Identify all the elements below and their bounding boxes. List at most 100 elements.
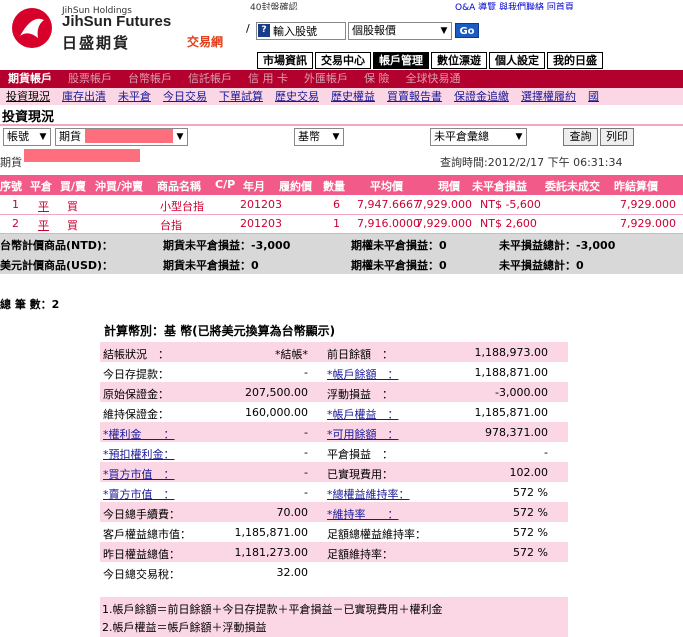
position-no-cell[interactable]: 2 — [12, 217, 19, 230]
detail-row: *權利金 ： - *可用餘額 ： 978,371.00 — [100, 422, 568, 442]
account-tab[interactable]: 全球快易通 — [398, 72, 469, 86]
detail-l2: 足額總權益維持率： — [327, 528, 426, 541]
brand-english-name: JihSun Futures — [62, 13, 172, 30]
detail-l2[interactable]: *維持率 ： — [327, 506, 399, 522]
position-close-cell[interactable]: 平 — [38, 217, 49, 233]
redacted-account-name — [24, 149, 140, 162]
unrealized-summary-value: 未平倉彙總 — [434, 130, 489, 143]
detail-l1[interactable]: *權利金 ： — [103, 426, 175, 442]
sub-tab[interactable]: 歷史權益 — [325, 90, 381, 104]
positions-column-header[interactable]: C/P — [215, 178, 235, 191]
detail-v1: 1,185,871.00 — [234, 526, 308, 539]
detail-l1[interactable]: *賣方市值 ： — [103, 486, 175, 502]
quote-type-value: 個股報價 — [352, 24, 396, 37]
positions-column-header[interactable]: 平倉 — [30, 178, 52, 194]
main-nav-item[interactable]: 帳戶管理 — [373, 52, 429, 69]
positions-column-header[interactable]: 未平倉損益 — [472, 178, 527, 194]
detail-l2[interactable]: *帳戶餘額 ： — [327, 366, 399, 382]
detail-l1[interactable]: *預扣權利金： — [103, 446, 175, 462]
positions-column-header[interactable]: 沖買/沖賣 — [95, 178, 143, 194]
position-no-cell[interactable]: 1 — [12, 198, 19, 211]
positions-column-header[interactable]: 履約價 — [279, 178, 312, 194]
position-side-cell: 買 — [67, 200, 78, 213]
ntd-futures-pnl: 期貨未平倉損益：-3,000 — [163, 239, 291, 252]
position-close-cell[interactable]: 平 — [38, 198, 49, 214]
position-settle-cell: 7,929.000 — [620, 217, 676, 230]
detail-l1: 原始保證金： — [103, 388, 169, 401]
main-nav-item[interactable]: 數位漂遊 — [431, 52, 487, 69]
sub-tab[interactable]: 選擇權履約 — [515, 90, 582, 104]
sub-tab[interactable]: 今日交易 — [157, 90, 213, 104]
detail-v2: - — [544, 446, 548, 459]
detail-l1: 昨日權益總值： — [103, 548, 180, 561]
jihsun-logo-icon — [8, 6, 56, 50]
main-nav-item[interactable]: 交易中心 — [315, 52, 371, 69]
account-tab[interactable]: 股票帳戶 — [60, 72, 120, 86]
detail-v1: - — [304, 366, 308, 379]
positions-column-header[interactable]: 昨結算價 — [614, 178, 658, 194]
ntd-total-pnl: 未平損益總計：-3,000 — [499, 239, 616, 252]
query-button[interactable]: 查詢 — [563, 128, 598, 146]
account-tab[interactable]: 保 險 — [356, 72, 398, 86]
print-button[interactable]: 列印 — [600, 128, 634, 146]
quote-type-select[interactable]: 個股報價 ▼ — [348, 22, 452, 40]
positions-column-header[interactable]: 序號 — [0, 178, 22, 194]
positions-column-header[interactable]: 數量 — [323, 178, 345, 194]
account-tab[interactable]: 期貨帳戶 — [0, 72, 60, 86]
sub-tab[interactable]: 國 — [582, 90, 605, 104]
positions-column-header[interactable]: 現價 — [438, 178, 460, 194]
positions-column-header[interactable]: 年月 — [243, 178, 265, 194]
account-tab[interactable]: 外匯帳戶 — [296, 72, 356, 86]
account-type-select[interactable]: 帳號 ▼ — [3, 128, 51, 146]
position-settle-cell: 7,929.000 — [620, 198, 676, 211]
detail-v2: 572 % — [513, 526, 548, 539]
detail-l1: 今日總手續費： — [103, 508, 180, 521]
detail-l2[interactable]: *可用餘額 ： — [327, 426, 399, 442]
brand-chinese-name: 日盛期貨 — [62, 34, 131, 52]
account-tab[interactable]: 台幣帳戶 — [120, 72, 180, 86]
detail-v2: 1,188,871.00 — [474, 366, 548, 379]
detail-l2[interactable]: *帳戶權益 ： — [327, 406, 399, 422]
position-qty-cell: 1 — [333, 217, 340, 230]
detail-l1: 維持保證金： — [103, 408, 169, 421]
detail-v1: 160,000.00 — [245, 406, 308, 419]
detail-l1[interactable]: *買方市值 ： — [103, 466, 175, 482]
position-product-cell: 小型台指 — [160, 200, 204, 213]
currency-value: 基幣 — [298, 130, 320, 143]
sub-tab[interactable]: 買賣報告書 — [381, 90, 448, 104]
detail-l2[interactable]: *總權益維持率： — [327, 486, 410, 502]
main-nav-item[interactable]: 個人設定 — [489, 52, 545, 69]
currency-select[interactable]: 基幣 ▼ — [294, 128, 344, 146]
positions-column-header[interactable]: 買/賣 — [60, 178, 86, 194]
positions-column-header[interactable]: 商品名稱 — [157, 178, 201, 194]
go-button[interactable]: Go — [455, 23, 479, 38]
detail-l2: 已實現費用： — [327, 468, 393, 481]
main-nav-item[interactable]: 我的日盛 — [547, 52, 603, 69]
sub-tab[interactable]: 庫存出清 — [56, 90, 112, 104]
position-ym-cell: 201203 — [240, 198, 282, 211]
stock-search-input[interactable] — [257, 23, 345, 39]
detail-row: 結帳狀況 ： *結帳* 前日餘額 ： 1,188,973.00 — [100, 342, 568, 362]
account-tab[interactable]: 信 用 卡 — [240, 72, 296, 86]
account-tab[interactable]: 信託帳戶 — [180, 72, 240, 86]
detail-v2: 102.00 — [509, 466, 549, 479]
page-title-bar — [0, 106, 683, 123]
sub-tab[interactable]: 下單試算 — [213, 90, 269, 104]
sub-tab[interactable]: 歷史交易 — [269, 90, 325, 104]
main-nav-item[interactable]: 市場資訊 — [257, 52, 313, 69]
table-row — [0, 215, 683, 233]
ntd-options-pnl: 期權未平倉損益：0 — [351, 239, 447, 252]
top-links[interactable]: Q&A 導覽 與我們聯絡 回首頁 — [455, 0, 683, 10]
detail-v1: 32.00 — [276, 566, 309, 579]
detail-v2: -3,000.00 — [495, 386, 548, 399]
sub-tab[interactable]: 保證金追繳 — [448, 90, 515, 104]
sub-tab[interactable]: 投資現況 — [0, 90, 56, 104]
chevron-down-icon: ▼ — [39, 132, 47, 142]
note-line-2: 2.帳戶權益＝帳戶餘額＋浮動損益 — [102, 621, 267, 634]
note-line-1: 1.帳戶餘額＝前日餘額＋今日存提款＋平倉損益－已實現費用＋權利金 — [102, 603, 443, 616]
sub-tab[interactable]: 未平倉 — [112, 90, 157, 104]
unrealized-summary-select[interactable]: 未平倉彙總 ▼ — [430, 128, 527, 146]
positions-column-header[interactable]: 平均價 — [370, 178, 403, 194]
positions-column-header[interactable]: 委託未成交 — [545, 178, 600, 194]
detail-row: *賣方市值 ： - *總權益維持率： 572 % — [100, 482, 568, 502]
